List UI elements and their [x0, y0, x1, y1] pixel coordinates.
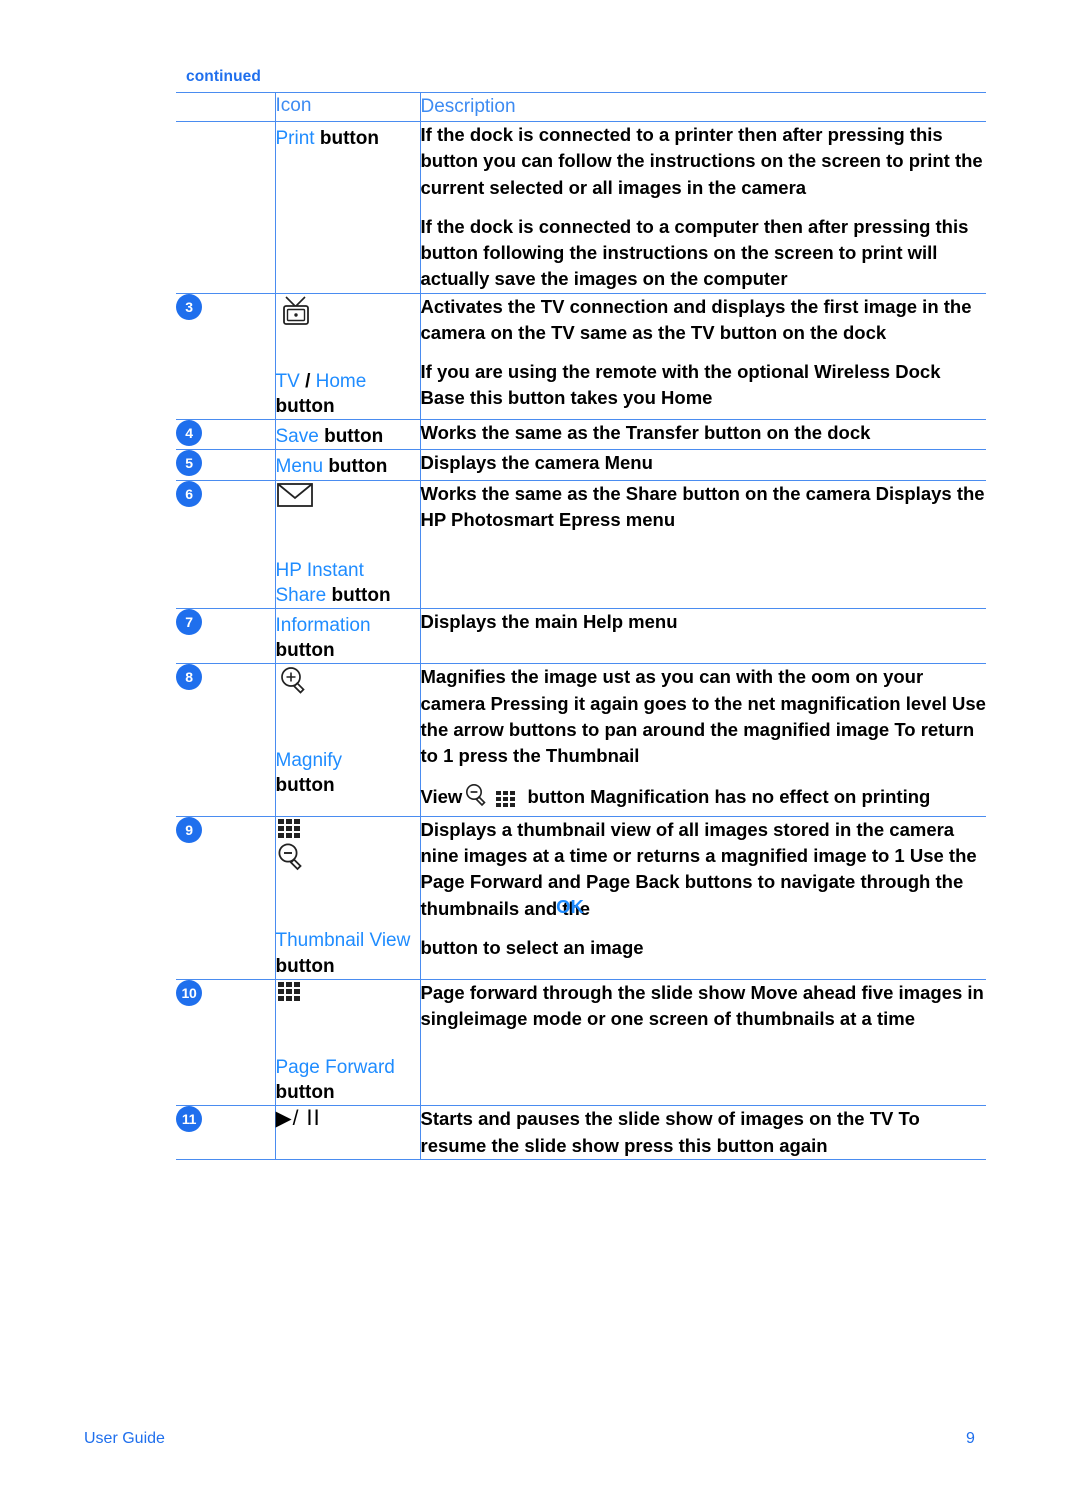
row-description-cell: If the dock is connected to a printer th…	[420, 121, 986, 294]
row-description-cell: Works the same as the Transfer button on…	[420, 419, 986, 451]
row-number-cell: 8	[176, 663, 276, 817]
row-icon-cell: HP Instant Share button	[275, 480, 421, 610]
row-description-cell: Works the same as the Share button on th…	[420, 480, 986, 610]
icon-label: HP Instant Share button	[275, 560, 391, 607]
description-paragraph: Works the same as the Transfer button on…	[420, 422, 871, 444]
icon-label: Print button	[275, 127, 379, 149]
view-word: View	[420, 785, 463, 807]
table-row: 3 TV / Home button Activates the TV conn…	[176, 293, 986, 421]
description-paragraph: Starts and pauses the slide show of imag…	[420, 1108, 920, 1156]
row-number-badge: 6	[176, 480, 202, 507]
row-description-cell: Magnifies the image ust as you can with …	[420, 663, 987, 817]
description-paragraph: Displays the main Help menu	[420, 611, 678, 633]
row-icon-cell: Menu button	[275, 449, 421, 481]
row-description-cell: Displays the main Help menu	[420, 608, 986, 665]
description-paragraph: If the dock is connected to a computer t…	[420, 215, 969, 290]
row-number-cell: 11	[176, 1105, 276, 1160]
icon-label: Page Forward button	[275, 1057, 395, 1104]
description-paragraph: Page forward through the slide show Move…	[420, 981, 984, 1029]
row-description-cell: Activates the TV connection and displays…	[420, 293, 986, 421]
row-number-cell: 7	[176, 608, 276, 665]
header-cell-icon: Icon	[275, 92, 421, 122]
description-tail: button Magnification has no effect on pr…	[527, 785, 931, 807]
description-paragraph-with-icons: View button Magnification has no effect …	[421, 783, 987, 816]
icon-label: Menu button	[275, 456, 388, 478]
description-paragraph: button to select an image	[420, 936, 644, 958]
footer-page-number: 9	[966, 1430, 975, 1447]
description-paragraph: Displays a thumbnail view of all images …	[420, 818, 977, 919]
table-row: 4 Save button Works the same as the Tran…	[176, 419, 986, 451]
table-row: Print button If the dock is connected to…	[176, 121, 986, 294]
row-number-badge: 5	[176, 450, 202, 477]
row-description-cell: Page forward through the slide show Move…	[420, 979, 986, 1107]
row-description-cell: Displays the camera Menu	[420, 449, 986, 481]
row-number-cell: 10	[176, 979, 276, 1107]
row-number-badge: 7	[176, 609, 202, 636]
table-header-row: Icon Description	[176, 92, 986, 122]
row-number-badge: 11	[176, 1106, 202, 1133]
row-number-cell: 6	[176, 480, 276, 610]
magnify-minus-icon	[463, 783, 493, 816]
header-cell-number	[176, 92, 276, 122]
row-number-cell	[176, 121, 276, 294]
description-paragraph: Works the same as the Share button on th…	[420, 482, 985, 530]
row-number-badge: 4	[176, 420, 202, 447]
footer-user-guide: User Guide	[84, 1430, 165, 1447]
document-page: continued Icon Description Print button …	[0, 0, 1080, 1495]
description-paragraph: Activates the TV connection and displays…	[420, 295, 972, 343]
icon-label: Save button	[275, 426, 384, 448]
description-paragraph: Displays the camera Menu	[420, 452, 653, 474]
button-reference-table: Icon Description Print button If the doc…	[176, 92, 986, 1160]
row-icon-cell: TV / Home button	[275, 293, 421, 421]
magnify-plus-icon	[276, 664, 420, 706]
row-number-badge: 8	[176, 664, 202, 691]
envelope-icon	[276, 481, 420, 517]
play-pause-icon: ▶/ ⅠⅠ	[275, 1107, 321, 1131]
row-icon-cell: Save button	[275, 419, 421, 451]
description-paragraph: If you are using the remote with the opt…	[420, 361, 941, 409]
tv-icon	[276, 294, 420, 336]
table-row: 7 Information button Displays the main H…	[176, 608, 986, 665]
table-row: 6 HP Instant Share button Works the same…	[176, 480, 986, 610]
icon-label: Information button	[275, 615, 371, 662]
continued-label: continued	[186, 68, 261, 85]
table-row: 8 Magnify button Magnifies the image ust…	[176, 663, 987, 817]
icon-label: TV / Home button	[275, 371, 367, 418]
table-row: 9 Thumbnail View button Displays a thumb…	[176, 816, 986, 980]
row-icon-cell: Page Forward button	[275, 979, 421, 1107]
icon-label: Magnify button	[275, 750, 343, 797]
table-row: 11 ▶/ ⅠⅠ Starts and pauses the slide sho…	[176, 1105, 986, 1160]
row-description-cell: Displays a thumbnail view of all images …	[420, 816, 986, 980]
table-row: 5 Menu button Displays the camera Menu	[176, 449, 986, 481]
grid-icon	[495, 789, 521, 816]
row-icon-cell: Magnify button	[275, 663, 421, 817]
row-number-cell: 9	[176, 816, 276, 980]
icon-label: Thumbnail View button	[275, 930, 411, 977]
row-icon-cell: Print button	[275, 121, 421, 294]
thumbnail-view-icon	[276, 817, 420, 887]
description-paragraph: Magnifies the image ust as you can with …	[420, 666, 986, 767]
row-description-cell: Starts and pauses the slide show of imag…	[420, 1105, 986, 1160]
row-icon-cell: Thumbnail View button	[275, 816, 421, 980]
row-number-badge: 10	[176, 979, 202, 1006]
row-icon-cell: ▶/ ⅠⅠ	[275, 1105, 421, 1160]
row-number-cell: 5	[176, 449, 276, 481]
row-number-badge: 9	[176, 816, 202, 843]
row-icon-cell: Information button	[275, 608, 421, 665]
row-number-cell: 3	[176, 293, 276, 421]
row-number-badge: 3	[176, 293, 202, 320]
table-row: 10 Page Forward button Page forward thro…	[176, 979, 986, 1107]
row-number-cell: 4	[176, 419, 276, 451]
header-cell-description: Description	[420, 92, 986, 122]
description-paragraph: If the dock is connected to a printer th…	[420, 123, 983, 198]
grid-icon	[276, 980, 420, 1014]
